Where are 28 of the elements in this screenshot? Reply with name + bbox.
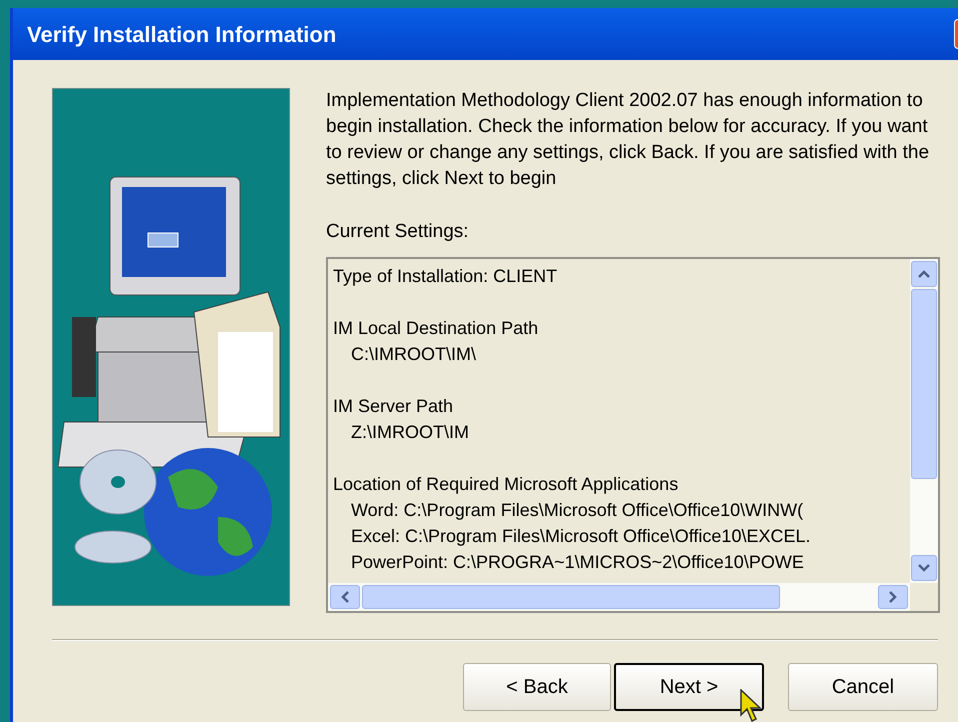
settings-label: Current Settings: [326,220,470,244]
dialog-button[interactable]: < Back [463,662,611,710]
scroll-right-button[interactable] [878,584,908,608]
chevron-up-icon [918,270,930,278]
setting-heading: IM Local Destination Path [333,316,540,340]
setting-value: Excel: C:\Program Files\Microsoft Office\Office10\EXCEL. [350,524,812,548]
chevron-down-icon [918,564,930,572]
scroll-up-button[interactable] [911,260,937,286]
vertical-scrollbar[interactable] [910,258,938,582]
setting-value: Word: C:\Program Files\Microsoft Office\Office10\WINW( [350,498,804,522]
dialog-button[interactable]: Next > [614,662,764,710]
horizontal-scroll-thumb[interactable] [362,584,780,608]
setting-value: C:\IMROOT\IM\ [350,342,477,366]
chevron-left-icon [341,590,349,602]
window-title: Verify Installation Information [27,20,336,49]
description-text: Implementation Methodology Client 2002.07 has enough information to begin installation. Check the information below for accuracy. If you want to review or change any settings, click Back. If you are satisfied with the settings, click Next to begin [326,89,930,191]
setting-heading: Location of Required Microsoft Applications [333,472,680,496]
scroll-down-button[interactable] [911,554,937,580]
setting-value: Z:\IMROOT\IM [350,420,470,444]
setting-heading: IM Server Path [333,394,454,418]
mouse-cursor-icon [740,688,764,722]
scroll-left-button[interactable] [330,584,360,608]
scroll-thumb[interactable] [911,288,937,478]
horizontal-scrollbar[interactable] [328,582,910,610]
chevron-right-icon [889,590,897,602]
setting-value: PowerPoint: C:\PROGRA~1\MICROS~2\Office10\POWE [350,550,805,574]
dialog-button[interactable]: Cancel [788,662,938,710]
setting-heading: Type of Installation: CLIENT [333,264,558,288]
